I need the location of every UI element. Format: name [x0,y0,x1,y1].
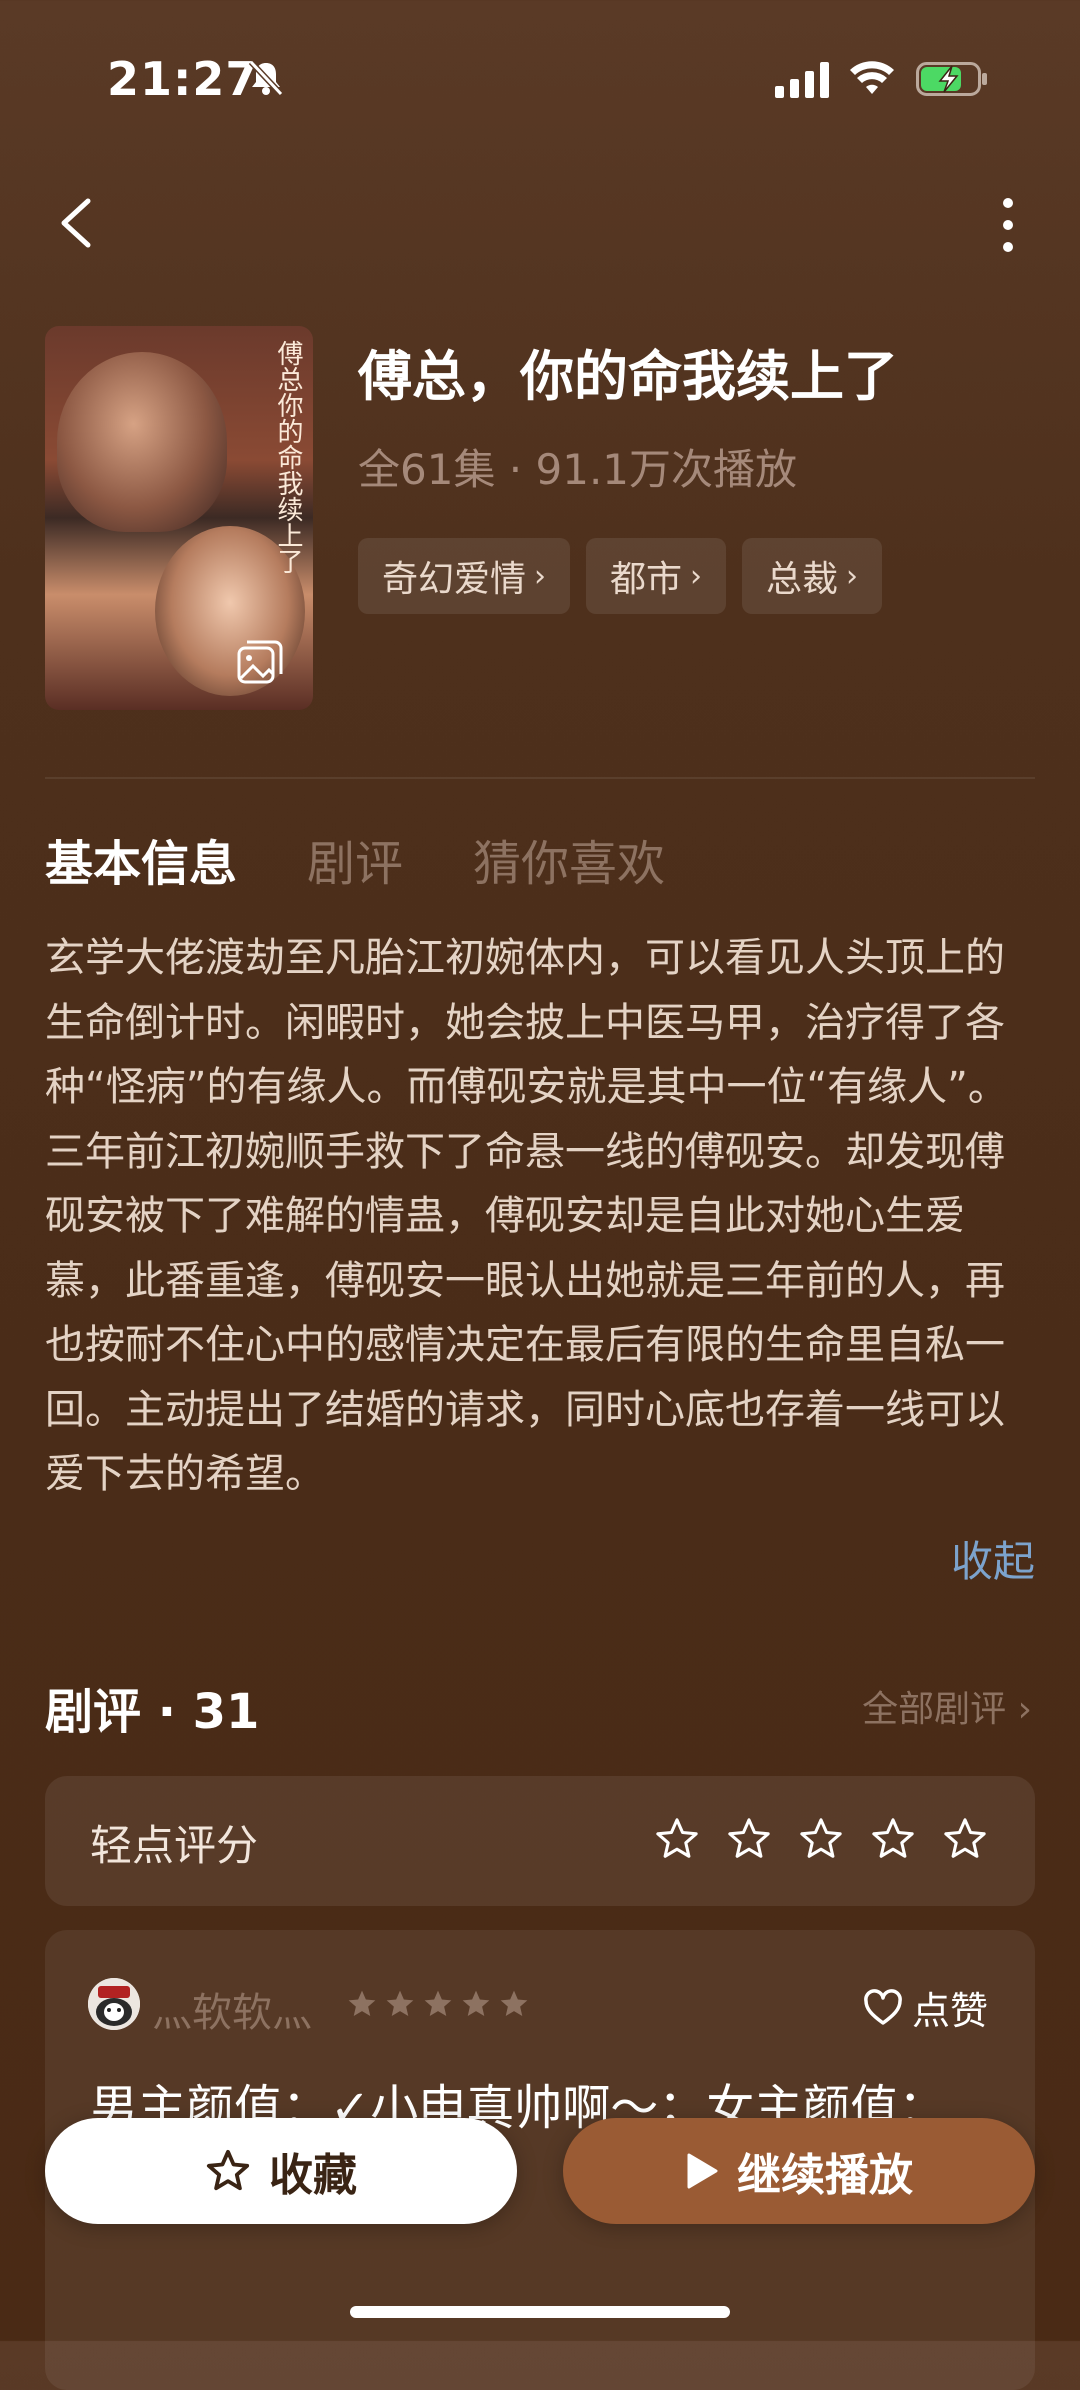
review-stars [346,1988,530,2020]
show-description: 玄学大佬渡劫至凡胎江初婉体内，可以看见人头顶上的生命倒计时。闲暇时，她会披上中医… [45,935,1008,1497]
play-icon [687,2153,718,2189]
chevron-left-icon[interactable] [54,195,98,251]
favorite-label: 收藏 [269,2150,357,2201]
chevron-right-icon: › [1017,1689,1032,1730]
favorite-button[interactable]: 收藏 [45,2118,517,2224]
star-outline-icon[interactable] [798,1816,844,1862]
section-divider [45,777,1035,779]
star-outline-icon[interactable] [654,1816,700,1862]
show-title: 傅总，你的命我续上了 [358,345,898,408]
all-reviews-link[interactable]: 全部剧评 › [862,1680,1032,1732]
star-outline-icon[interactable] [726,1816,772,1862]
chevron-right-icon: › [690,558,703,594]
like-button[interactable]: 点赞 [862,1980,988,2035]
star-outline-icon [206,2149,250,2191]
continue-play-button[interactable]: 继续播放 [563,2118,1035,2224]
review-username[interactable]: 灬软软灬 [152,1980,312,2038]
tag-chip[interactable]: 奇幻爱情 › [358,538,571,614]
tab-basic-info[interactable]: 基本信息 [45,824,237,894]
rating-stars [654,1816,988,1862]
like-label: 点赞 [912,1989,989,2033]
heart-icon [864,1988,902,2025]
tab-recommendations[interactable]: 猜你喜欢 [473,824,665,894]
home-indicator [350,2306,730,2318]
bell-slash-icon [248,59,284,97]
cover-male-figure [57,352,227,532]
tag-list: 奇幻爱情 › 都市 › 总裁 › [358,538,883,614]
battery-charging-icon [916,62,987,96]
all-reviews-label: 全部剧评 [862,1689,1007,1730]
star-filled-icon [386,1990,414,2016]
continue-play-label: 继续播放 [737,2150,913,2201]
tab-reviews[interactable]: 剧评 [307,824,403,894]
star-filled-icon [500,1990,528,2016]
tag-label: 都市 [610,559,683,600]
cat-avatar-icon [88,1978,140,2030]
star-outline-icon[interactable] [870,1816,916,1862]
signal-icon [775,62,829,98]
show-cover[interactable]: 傅总你的命我续上了 [45,326,313,710]
chevron-right-icon: › [846,558,859,594]
avatar[interactable] [88,1978,140,2030]
show-meta: 全61集 · 91.1万次播放 [358,445,798,494]
status-time: 21:27 [107,52,259,106]
star-outline-icon[interactable] [942,1816,988,1862]
wifi-icon [850,61,894,94]
more-vertical-icon[interactable] [990,195,1026,255]
tab-bar: 基本信息 剧评 猜你喜欢 [45,824,665,894]
star-filled-icon [462,1990,490,2016]
tag-label: 奇幻爱情 [382,559,527,600]
collapse-link[interactable]: 收起 [951,1528,1035,1589]
reviews-title: 剧评 · 31 [45,1684,260,1740]
star-filled-icon [348,1990,376,2016]
cover-title-art: 傅总你的命我续上了 [273,340,303,574]
gallery-icon[interactable] [235,638,285,688]
tag-chip[interactable]: 都市 › [586,538,727,614]
chevron-right-icon: › [534,558,547,594]
star-filled-icon [424,1990,452,2016]
rating-label: 轻点评分 [90,1821,259,1870]
tag-label: 总裁 [766,559,839,600]
tag-chip[interactable]: 总裁 › [742,538,883,614]
